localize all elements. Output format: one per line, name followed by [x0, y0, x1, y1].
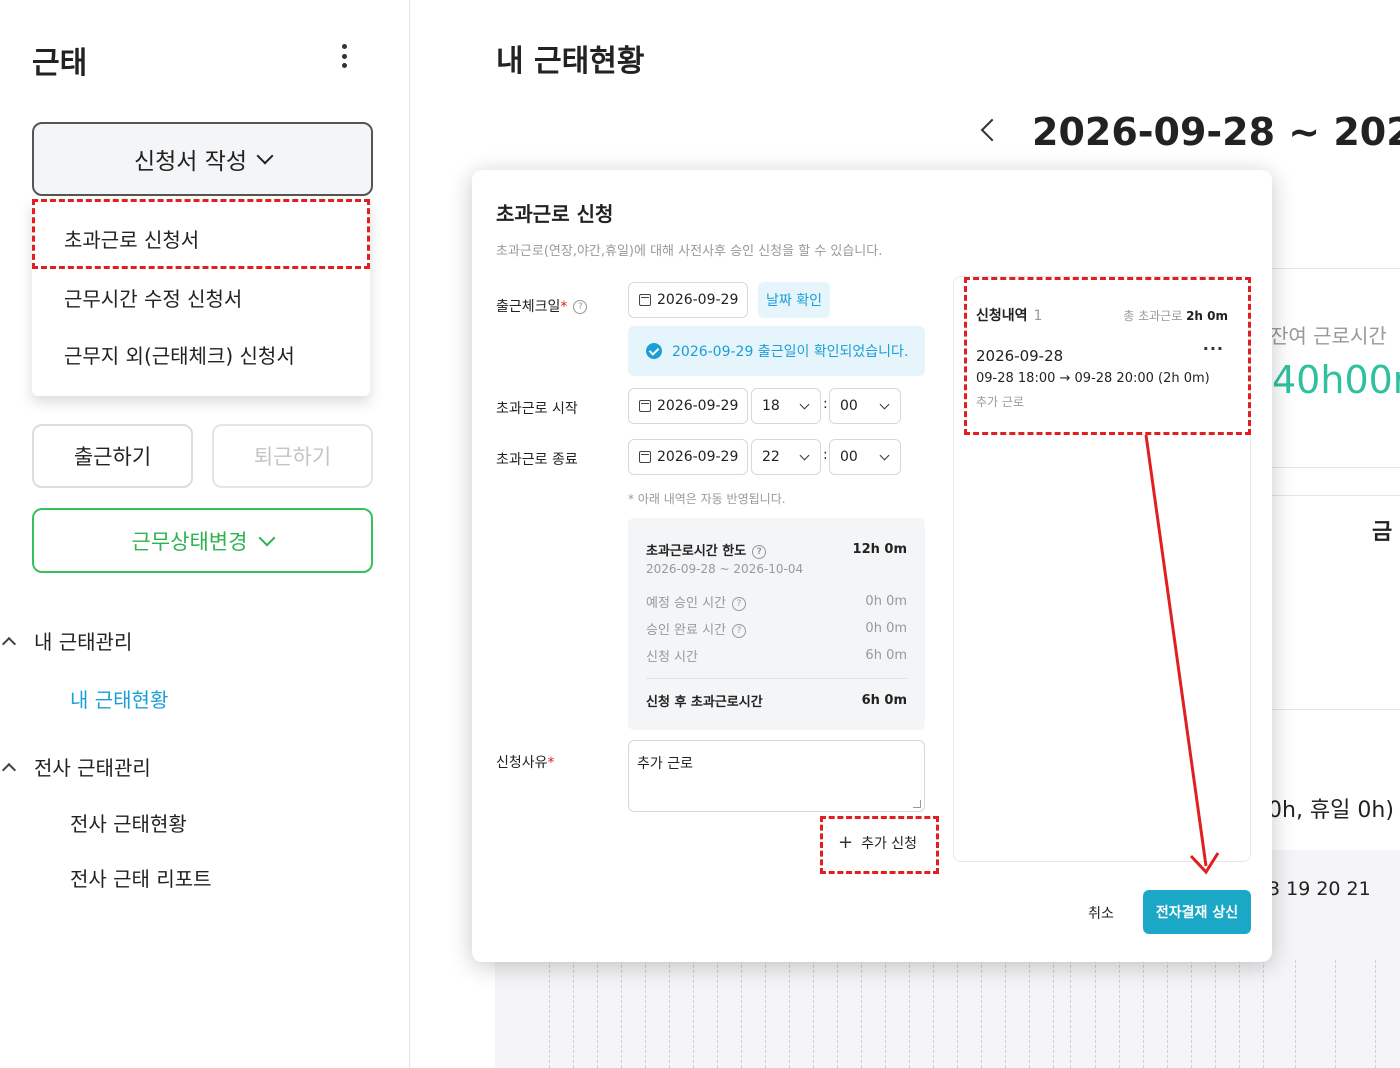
date-check-button[interactable]: 날짜 확인 — [758, 282, 830, 318]
reason-label: 신청사유* — [496, 755, 555, 771]
checkin-date-input[interactable]: 2026-09-29 — [628, 282, 748, 318]
chevron-up-icon — [1, 636, 17, 651]
modal-title: 초과근로 신청 — [496, 202, 614, 226]
limit-label: 초과근로시간 한도 — [646, 544, 747, 559]
status-change-button[interactable]: 근무상태변경 — [32, 508, 373, 573]
time-colon: : — [823, 447, 828, 463]
end-date-value: 2026-09-29 — [657, 449, 739, 465]
chevron-down-icon — [879, 450, 890, 460]
nav-group-label: 전사 근태관리 — [34, 756, 151, 780]
chevron-down-icon — [799, 399, 810, 409]
approved-label: 승인 완료 시간 — [646, 623, 727, 638]
request-value: 6h 0m — [865, 648, 907, 663]
request-label: 신청 시간 — [646, 650, 698, 665]
expected-value: 0h 0m — [865, 594, 907, 609]
start-minute-value: 00 — [840, 398, 858, 414]
chevron-down-icon — [799, 450, 810, 460]
checkin-date-label-text: 출근체크일 — [496, 299, 561, 315]
nav-group-label: 내 근태관리 — [34, 630, 133, 654]
end-minute-value: 00 — [840, 449, 858, 465]
more-options-icon[interactable] — [335, 40, 353, 72]
start-label: 초과근로 시작 — [496, 401, 578, 417]
expected-row: 예정 승인 시간? 0h 0m — [646, 592, 907, 611]
chevron-down-icon — [256, 147, 274, 165]
chevron-down-icon — [879, 399, 890, 409]
limit-value: 12h 0m — [852, 542, 907, 557]
holiday-summary: 0h, 휴일 0h) — [1268, 798, 1394, 823]
checkin-date-label: 출근체크일*? — [496, 296, 588, 316]
sidebar: 근태 신청서 작성 초과근로 신청서 근무시간 수정 신청서 근무지 외(근태체… — [0, 0, 410, 1068]
start-date-value: 2026-09-29 — [657, 398, 739, 414]
approved-value: 0h 0m — [865, 621, 907, 636]
reason-value: 추가 근로 — [637, 756, 693, 772]
time-colon: : — [823, 396, 828, 412]
help-icon[interactable]: ? — [732, 596, 747, 611]
end-date-input[interactable]: 2026-09-29 — [628, 439, 748, 475]
clock-in-button[interactable]: 출근하기 — [32, 424, 193, 488]
after-row: 신청 후 초과근로시간 6h 0m — [646, 691, 907, 710]
reason-textarea[interactable]: 추가 근로 — [628, 740, 925, 812]
nav-group-my-attendance[interactable]: 내 근태관리 — [0, 626, 132, 655]
modal-description: 초과근로(연장,야간,휴일)에 대해 사전사후 승인 신청을 할 수 있습니다. — [496, 244, 883, 259]
sidebar-title: 근태 — [32, 46, 88, 81]
confirm-message: 2026-09-29 출근일이 확인되었습니다. — [672, 344, 909, 360]
divider — [646, 678, 907, 679]
nav-item-company-status[interactable]: 전사 근태현황 — [70, 808, 187, 837]
help-icon[interactable]: ? — [732, 623, 747, 638]
remaining-time-value: 40h00r — [1272, 358, 1400, 402]
help-icon[interactable]: ? — [573, 300, 588, 314]
auto-reflect-note: * 아래 내역은 자동 반영됩니다. — [628, 492, 786, 506]
end-hour-value: 22 — [762, 449, 780, 465]
annotation-highlight-menu — [32, 199, 370, 269]
remaining-time-label: 잔여 근로시간 — [1270, 324, 1387, 348]
clock-out-button[interactable]: 퇴근하기 — [212, 424, 373, 488]
nav-item-my-status[interactable]: 내 근태현황 — [70, 684, 168, 713]
overtime-summary-box: 초과근로시간 한도? 12h 0m 2026-09-28 ~ 2026-10-0… — [628, 518, 925, 730]
write-application-button[interactable]: 신청서 작성 — [32, 122, 373, 196]
friday-label: 금 ( — [1372, 520, 1400, 545]
limit-period: 2026-09-28 ~ 2026-10-04 — [646, 562, 804, 576]
after-value: 6h 0m — [861, 693, 907, 708]
calendar-icon — [639, 400, 651, 412]
menu-item-offsite[interactable]: 근무지 외(근태체크) 신청서 — [64, 340, 295, 369]
expected-label: 예정 승인 시간 — [646, 596, 727, 611]
timeline-day-labels: 3 19 20 21 — [1268, 878, 1371, 900]
chevron-up-icon — [1, 762, 17, 777]
help-icon[interactable]: ? — [752, 544, 767, 559]
cancel-button[interactable]: 취소 — [1076, 898, 1126, 928]
confirm-message-box: 2026-09-29 출근일이 확인되었습니다. — [628, 326, 925, 376]
calendar-icon — [639, 451, 651, 463]
write-application-label: 신청서 작성 — [133, 149, 248, 175]
end-minute-select[interactable]: 00 — [829, 439, 901, 475]
start-minute-select[interactable]: 00 — [829, 388, 901, 424]
check-circle-icon — [646, 343, 662, 359]
nav-group-company-attendance[interactable]: 전사 근태관리 — [0, 752, 151, 781]
menu-item-worktime-edit[interactable]: 근무시간 수정 신청서 — [64, 283, 242, 312]
annotation-highlight-history — [964, 277, 1251, 435]
resize-handle-icon[interactable] — [913, 800, 921, 808]
annotation-highlight-add — [820, 816, 939, 874]
start-hour-select[interactable]: 18 — [751, 388, 821, 424]
reason-label-text: 신청사유 — [496, 755, 548, 771]
start-date-input[interactable]: 2026-09-29 — [628, 388, 748, 424]
chevron-left-icon[interactable] — [980, 118, 1004, 142]
calendar-icon — [639, 294, 651, 306]
date-range-title: 2026-09-28 ~ 2026-1 — [1032, 110, 1400, 154]
start-hour-value: 18 — [762, 398, 780, 414]
limit-row: 초과근로시간 한도? 12h 0m — [646, 540, 907, 559]
checkin-date-value: 2026-09-29 — [657, 292, 739, 308]
page-title: 내 근태현황 — [496, 44, 645, 79]
submit-approval-button[interactable]: 전자결재 상신 — [1143, 890, 1251, 934]
after-label: 신청 후 초과근로시간 — [646, 695, 763, 710]
chevron-down-icon — [258, 529, 276, 546]
end-label: 초과근로 종료 — [496, 452, 578, 468]
approved-row: 승인 완료 시간? 0h 0m — [646, 619, 907, 638]
request-row: 신청 시간 6h 0m — [646, 646, 907, 665]
status-change-label: 근무상태변경 — [131, 529, 248, 554]
end-hour-select[interactable]: 22 — [751, 439, 821, 475]
nav-item-company-report[interactable]: 전사 근태 리포트 — [70, 863, 212, 892]
